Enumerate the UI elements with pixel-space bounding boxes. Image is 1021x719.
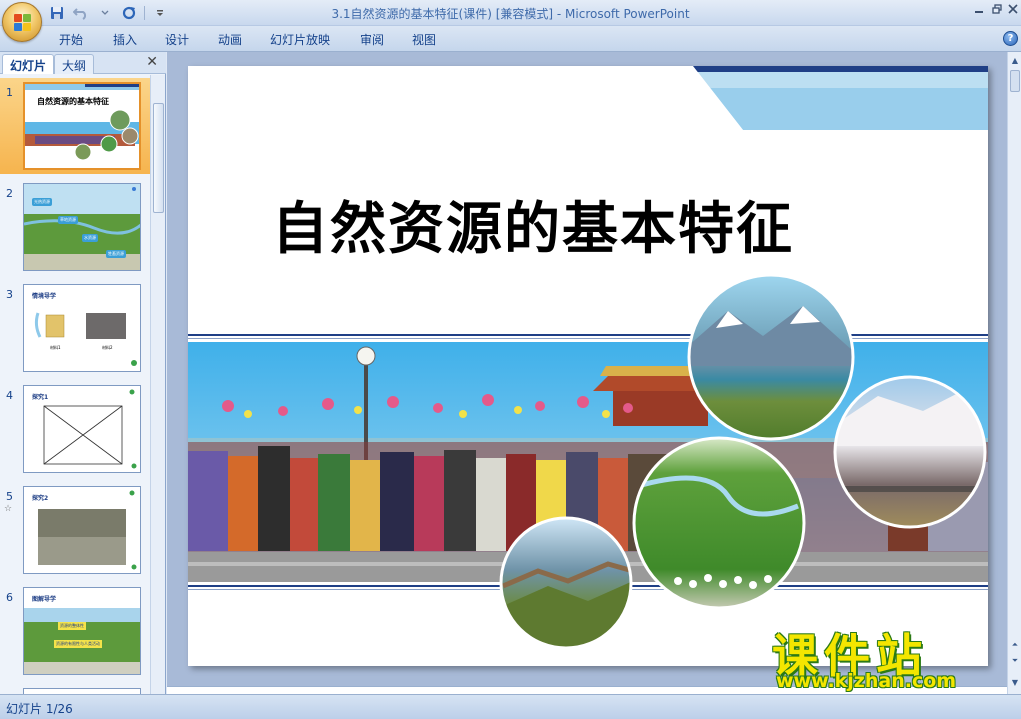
ribbon-tabs: 开始 插入 设计 动画 幻灯片放映 审阅 视图 ? bbox=[0, 26, 1021, 52]
status-bar: 幻灯片 1/26 bbox=[0, 694, 1021, 719]
slide-thumbnail[interactable]: 2 光热资源 草地资源 水资源 牲畜资源 bbox=[0, 179, 150, 275]
pane-close-icon[interactable]: ✕ bbox=[146, 54, 158, 70]
thumbnail-label: 资源的有限性与人类活动 bbox=[54, 640, 102, 648]
scroll-down-icon[interactable]: ▼ bbox=[1009, 676, 1021, 690]
scrollbar-thumb[interactable] bbox=[1010, 70, 1020, 92]
tab-outline[interactable]: 大纲 bbox=[54, 54, 95, 74]
thumbnail-title: 探究2 bbox=[32, 495, 49, 502]
thumbnail-image: 探究1 bbox=[23, 385, 141, 473]
window-title: 3.1自然资源的基本特征(课件) [兼容模式] - Microsoft Powe… bbox=[331, 7, 690, 21]
slide-thumbnail[interactable] bbox=[0, 684, 150, 694]
slides-pane: 幻灯片 大纲 ✕ 1 自然资源的基本特征 2 光热资源 草地资源 水资源 牲畜资… bbox=[0, 52, 166, 694]
scrollbar-thumb[interactable] bbox=[153, 103, 164, 213]
close-icon[interactable] bbox=[1004, 2, 1021, 16]
thumbnail-image: 图解导学 资源的整体性 资源的有限性与人类活动 bbox=[23, 587, 141, 675]
tab-design[interactable]: 设计 bbox=[165, 31, 189, 48]
title-bar: 3.1自然资源的基本特征(课件) [兼容模式] - Microsoft Powe… bbox=[0, 0, 1021, 26]
tab-home[interactable]: 开始 bbox=[59, 31, 83, 48]
tab-animation[interactable]: 动画 bbox=[218, 31, 242, 48]
slide-counter: 幻灯片 1/26 bbox=[6, 702, 73, 716]
slide-thumbnail-list: 1 自然资源的基本特征 2 光热资源 草地资源 水资源 牲畜资源 3 情境导学 … bbox=[0, 75, 150, 694]
slides-scrollbar[interactable] bbox=[150, 75, 165, 694]
tab-view[interactable]: 视图 bbox=[412, 31, 436, 48]
help-icon[interactable]: ? bbox=[1003, 31, 1018, 46]
thumbnail-caption: 材料1 bbox=[50, 345, 61, 350]
scroll-up-icon[interactable]: ▲ bbox=[1009, 54, 1021, 68]
thumbnail-label: 草地资源 bbox=[58, 216, 78, 224]
thumbnail-title: 情境导学 bbox=[32, 293, 57, 300]
thumbnail-caption: 材料2 bbox=[102, 345, 113, 350]
site-watermark: 课件站 www.kjzhan.com bbox=[772, 620, 1004, 694]
slide-number: 5 bbox=[6, 490, 13, 503]
slide-thumbnail[interactable]: 5 ☆ 探究2 bbox=[0, 482, 150, 578]
slide-background-art bbox=[188, 66, 988, 650]
office-logo-icon bbox=[14, 14, 32, 32]
thumbnail-title: 探究1 bbox=[32, 394, 49, 401]
thumbnail-title: 图解导学 bbox=[32, 596, 57, 603]
thumbnail-label: 水资源 bbox=[82, 234, 98, 242]
slide-number: 6 bbox=[6, 591, 13, 604]
previous-slide-icon[interactable]: ⏶ bbox=[1009, 638, 1021, 652]
thumbnail-image: 探究2 bbox=[23, 486, 141, 574]
next-slide-icon[interactable]: ⏷ bbox=[1009, 654, 1021, 668]
thumbnail-title: 自然资源的基本特征 bbox=[37, 97, 109, 106]
slide-number: 1 bbox=[6, 86, 13, 99]
vertical-scrollbar[interactable]: ▲ ⏶ ⏷ ▼ bbox=[1007, 52, 1021, 694]
slide-editing-area: 自然资源的基本特征 bbox=[167, 52, 1007, 686]
tab-review[interactable]: 审阅 bbox=[360, 31, 384, 48]
tab-slideshow[interactable]: 幻灯片放映 bbox=[270, 31, 330, 48]
minimize-icon[interactable] bbox=[970, 2, 988, 16]
thumbnail-image: 光热资源 草地资源 水资源 牲畜资源 bbox=[23, 183, 141, 271]
slide-canvas[interactable]: 自然资源的基本特征 bbox=[188, 66, 988, 666]
thumbnail-label: 光热资源 bbox=[32, 198, 52, 206]
thumbnail-image: 情境导学 材料1 材料2 bbox=[23, 284, 141, 372]
slide-thumbnail[interactable]: 3 情境导学 材料1 材料2 bbox=[0, 280, 150, 376]
animation-star-icon: ☆ bbox=[4, 504, 13, 514]
slide-thumbnail[interactable]: 6 图解导学 资源的整体性 资源的有限性与人类活动 bbox=[0, 583, 150, 679]
tab-slides[interactable]: 幻灯片 bbox=[2, 54, 55, 74]
office-button[interactable] bbox=[2, 2, 42, 42]
slide-number: 3 bbox=[6, 288, 13, 301]
slide-thumbnail[interactable]: 1 自然资源的基本特征 bbox=[0, 78, 150, 174]
slide-title[interactable]: 自然资源的基本特征 bbox=[188, 184, 878, 265]
thumbnail-image: 自然资源的基本特征 bbox=[23, 82, 141, 170]
slide-number: 2 bbox=[6, 187, 13, 200]
thumbnail-label: 资源的整体性 bbox=[58, 622, 86, 630]
tab-insert[interactable]: 插入 bbox=[113, 31, 137, 48]
slide-thumbnail[interactable]: 4 探究1 bbox=[0, 381, 150, 477]
thumbnail-label: 牲畜资源 bbox=[106, 250, 126, 258]
watermark-url: www.kjzhan.com bbox=[776, 670, 957, 692]
pane-tabs: 幻灯片 大纲 ✕ bbox=[0, 52, 166, 74]
slide-number: 4 bbox=[6, 389, 13, 402]
